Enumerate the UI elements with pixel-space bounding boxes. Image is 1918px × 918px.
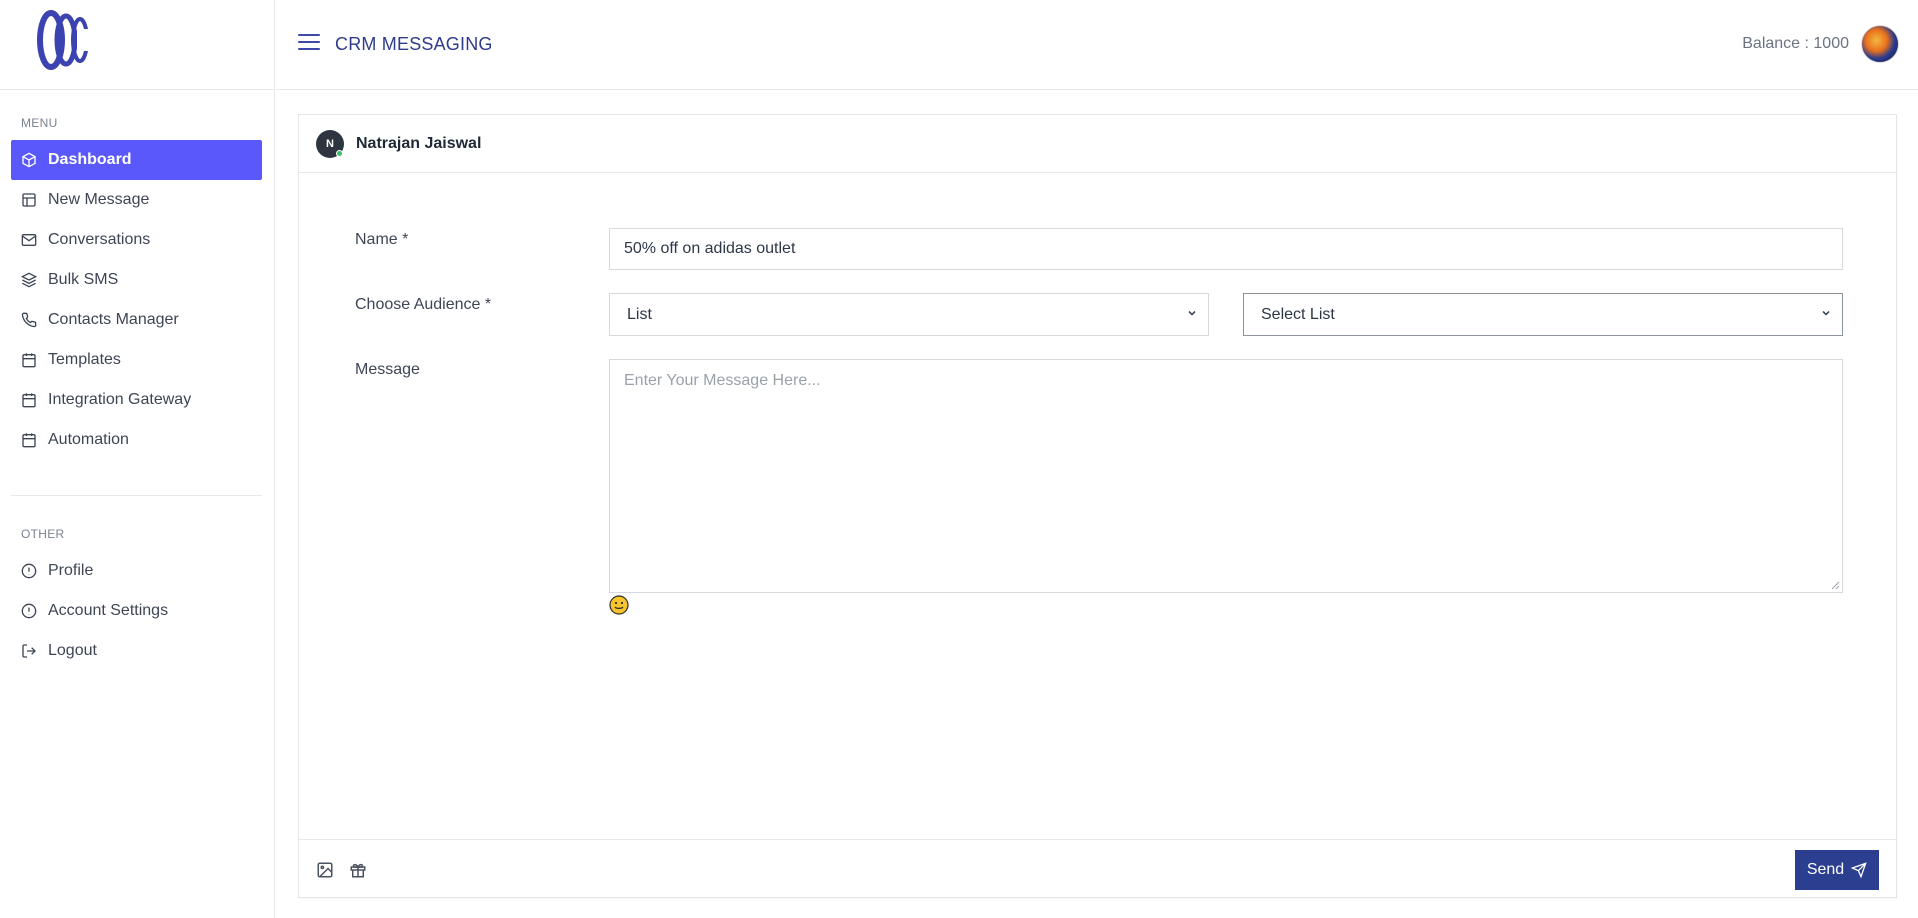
resize-handle-icon[interactable] (1830, 580, 1840, 590)
sidebar-item-account-settings[interactable]: Account Settings (11, 591, 262, 631)
other-nav: Profile Account Settings Logout (11, 551, 262, 671)
mail-icon (20, 231, 38, 249)
message-textarea[interactable]: Enter Your Message Here... (609, 359, 1843, 593)
sidebar-item-label: Integration Gateway (48, 391, 192, 408)
balance-display: Balance : 1000 (1742, 35, 1849, 52)
user-avatar[interactable] (1861, 25, 1899, 63)
calendar-icon (20, 431, 38, 449)
sidebar-item-bulk-sms[interactable]: Bulk SMS (11, 260, 262, 300)
calendar-icon (20, 391, 38, 409)
logo-area (0, 0, 274, 90)
sidebar: MENU Dashboard New Message Conversations… (0, 0, 275, 918)
compose-footer: Send (299, 839, 1896, 897)
hamburger-menu-icon[interactable] (298, 34, 320, 52)
sidebar-item-label: Logout (48, 642, 97, 659)
send-button[interactable]: Send (1795, 850, 1879, 890)
sidebar-divider (11, 495, 262, 496)
sidebar-item-conversations[interactable]: Conversations (11, 220, 262, 260)
choose-audience-label: Choose Audience * (355, 296, 492, 313)
cube-icon (20, 151, 38, 169)
top-bar: CRM MESSAGING Balance : 1000 (276, 0, 1918, 90)
sidebar-item-profile[interactable]: Profile (11, 551, 262, 591)
emoji-picker-icon[interactable] (609, 595, 629, 615)
menu-section-title: MENU (21, 116, 58, 130)
sidebar-item-contacts-manager[interactable]: Contacts Manager (11, 300, 262, 340)
calendar-icon (20, 351, 38, 369)
sidebar-item-label: Account Settings (48, 602, 169, 619)
chevron-down-icon (1820, 306, 1832, 324)
contact-header: N Natrajan Jaiswal (299, 115, 1896, 173)
contact-initial: N (326, 137, 334, 150)
alert-circle-icon (20, 562, 38, 580)
sidebar-item-dashboard[interactable]: Dashboard (11, 140, 262, 180)
layers-icon (20, 271, 38, 289)
main-nav: Dashboard New Message Conversations Bulk… (11, 140, 262, 460)
sidebar-item-automation[interactable]: Automation (11, 420, 262, 460)
sidebar-item-templates[interactable]: Templates (11, 340, 262, 380)
sidebar-item-label: Templates (48, 351, 121, 368)
sidebar-item-label: Bulk SMS (48, 271, 119, 288)
image-icon[interactable] (315, 860, 335, 880)
message-placeholder: Enter Your Message Here... (624, 372, 821, 389)
sidebar-item-label: Automation (48, 431, 129, 448)
chevron-down-icon (1186, 306, 1198, 324)
contact-name: Natrajan Jaiswal (356, 134, 482, 152)
audience-list-select[interactable]: Select List (1243, 293, 1843, 336)
send-button-label: Send (1806, 861, 1845, 878)
sidebar-item-integration-gateway[interactable]: Integration Gateway (11, 380, 262, 420)
name-label: Name * (355, 231, 409, 248)
sidebar-item-label: New Message (48, 191, 150, 208)
audience-list-value: Select List (1261, 305, 1335, 323)
phone-icon (20, 311, 38, 329)
sidebar-item-label: Contacts Manager (48, 311, 179, 328)
layout-icon (20, 191, 38, 209)
message-label: Message (355, 361, 420, 378)
sidebar-item-logout[interactable]: Logout (11, 631, 262, 671)
alert-circle-icon (20, 602, 38, 620)
logout-icon (20, 642, 38, 660)
send-icon (1851, 862, 1867, 878)
audience-type-value: List (627, 305, 652, 323)
brand-logo[interactable] (33, 5, 99, 75)
name-input[interactable]: 50% off on adidas outlet (609, 228, 1843, 270)
sidebar-item-label: Profile (48, 562, 94, 579)
sidebar-item-label: Dashboard (48, 151, 132, 168)
gift-icon[interactable] (348, 860, 368, 880)
online-status-dot (336, 149, 343, 157)
app-title: CRM MESSAGING (335, 34, 493, 54)
sidebar-item-label: Conversations (48, 231, 151, 248)
contact-avatar: N (316, 129, 344, 158)
sidebar-item-new-message[interactable]: New Message (11, 180, 262, 220)
audience-type-select[interactable]: List (609, 293, 1209, 336)
compose-card: N Natrajan Jaiswal Name * 50% off on adi… (298, 114, 1897, 898)
other-section-title: OTHER (21, 527, 65, 541)
name-input-value: 50% off on adidas outlet (624, 240, 796, 257)
